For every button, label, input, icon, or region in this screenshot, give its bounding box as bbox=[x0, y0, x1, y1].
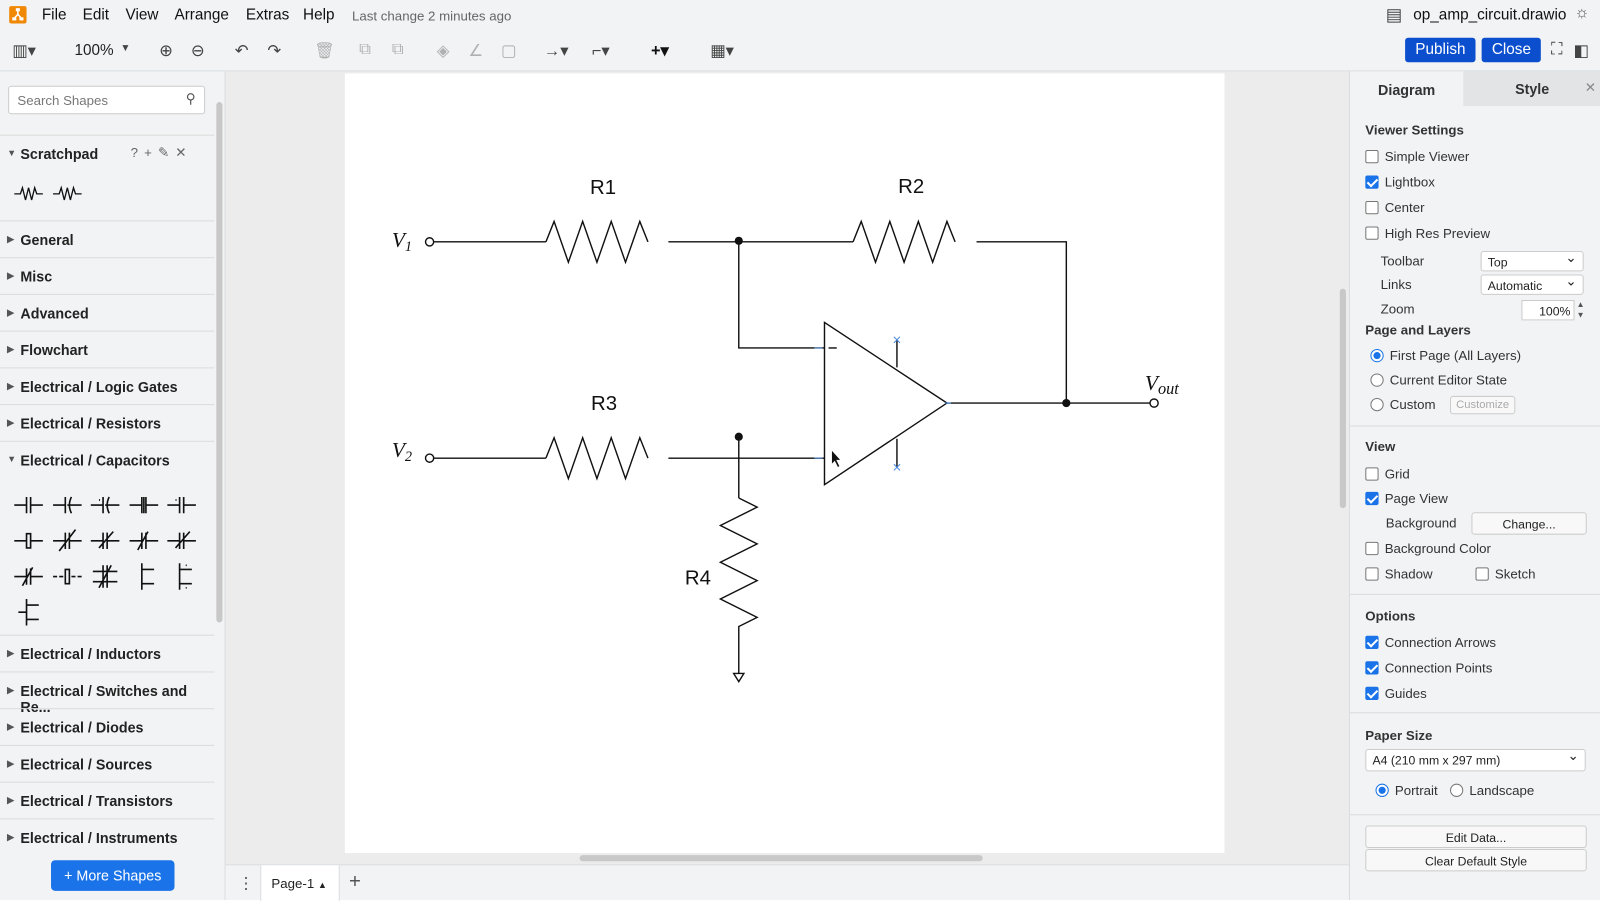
close-button[interactable]: Close bbox=[1481, 37, 1542, 63]
resistor-r3 bbox=[545, 435, 649, 481]
add-page-icon[interactable]: + bbox=[349, 870, 361, 893]
label-v2: V2 bbox=[392, 438, 412, 465]
publish-button[interactable]: Publish bbox=[1405, 37, 1476, 63]
format-panel: Diagram Style ✕ Viewer Settings Simple V… bbox=[1348, 71, 1600, 901]
simple-viewer-checkbox[interactable]: Simple Viewer bbox=[1365, 149, 1469, 164]
tab-style[interactable]: Style bbox=[1463, 71, 1600, 107]
wire-feedback bbox=[976, 241, 1068, 404]
file-name[interactable]: op_amp_circuit.drawio bbox=[1413, 6, 1566, 23]
fullscreen-icon[interactable]: ⛶ bbox=[1551, 41, 1562, 59]
resistor-r4 bbox=[718, 497, 759, 674]
toolbar-label: Toolbar bbox=[1380, 253, 1425, 269]
options-heading: Options bbox=[1365, 608, 1416, 624]
links-label: Links bbox=[1380, 276, 1412, 292]
landscape-radio[interactable]: Landscape bbox=[1450, 783, 1534, 798]
node-dot bbox=[734, 432, 743, 441]
ground-symbol bbox=[732, 672, 746, 683]
shadow-checkbox[interactable]: Shadow bbox=[1365, 566, 1433, 582]
zoom-label: Zoom bbox=[1380, 301, 1415, 317]
lightbox-checkbox[interactable]: Lightbox bbox=[1365, 174, 1435, 190]
edit-data-button[interactable]: Edit Data... bbox=[1365, 825, 1587, 848]
portrait-radio[interactable]: Portrait bbox=[1375, 783, 1438, 798]
links-select[interactable]: Automatic bbox=[1480, 273, 1584, 295]
terminal-vout bbox=[1149, 398, 1159, 408]
node-dot bbox=[1062, 398, 1071, 408]
label-vout: Vout bbox=[1145, 371, 1179, 398]
clear-default-style-button[interactable]: Clear Default Style bbox=[1365, 848, 1587, 872]
resistor-r1 bbox=[545, 219, 649, 265]
viewer-settings-heading: Viewer Settings bbox=[1365, 122, 1464, 138]
paper-size-select[interactable]: A4 (210 mm x 297 mm) bbox=[1365, 748, 1586, 772]
background-color-checkbox[interactable]: Background Color bbox=[1365, 541, 1491, 556]
tab-diagram[interactable]: Diagram bbox=[1350, 71, 1464, 107]
center-checkbox[interactable]: Center bbox=[1365, 200, 1425, 215]
mouse-cursor bbox=[831, 449, 842, 468]
customize-button[interactable]: Customize bbox=[1450, 395, 1516, 415]
view-heading: View bbox=[1365, 438, 1396, 455]
page-view-checkbox[interactable]: Page View bbox=[1365, 491, 1448, 506]
page-layers-heading: Page and Layers bbox=[1365, 322, 1471, 338]
zoom-stepper[interactable]: ▲ ▼ bbox=[1577, 300, 1585, 320]
pages-menu-icon[interactable]: ⋮ bbox=[238, 873, 254, 893]
label-v1: V1 bbox=[392, 228, 412, 255]
guides-checkbox[interactable]: Guides bbox=[1365, 686, 1427, 701]
close-panel-icon[interactable]: ✕ bbox=[1585, 80, 1596, 96]
resistor-r2 bbox=[852, 219, 956, 265]
label-r2: R2 bbox=[898, 176, 924, 198]
wire-inverting bbox=[738, 240, 825, 349]
custom-radio[interactable]: Custom bbox=[1370, 397, 1436, 412]
circuit-diagram: R1 R2 R3 R4 V1 V2 Vout bbox=[392, 176, 1179, 683]
op-amp bbox=[823, 321, 949, 487]
current-editor-state-radio[interactable]: Current Editor State bbox=[1370, 372, 1507, 388]
high-res-preview-checkbox[interactable]: High Res Preview bbox=[1365, 226, 1490, 241]
label-r4: R4 bbox=[685, 568, 711, 590]
label-r1: R1 bbox=[590, 177, 616, 199]
zoom-input[interactable]: 100% bbox=[1521, 300, 1575, 321]
tab-page-1[interactable]: Page-1 ▲ bbox=[260, 865, 340, 901]
sketch-checkbox[interactable]: Sketch bbox=[1475, 566, 1535, 582]
theme-icon[interactable]: ☼ bbox=[1574, 4, 1589, 22]
connection-points bbox=[814, 336, 952, 471]
toggle-panel-icon[interactable]: ◧ bbox=[1573, 41, 1588, 61]
first-page-all-layers--radio[interactable]: First Page (All Layers) bbox=[1370, 348, 1521, 363]
change-background-button[interactable]: Change... bbox=[1471, 512, 1587, 535]
background-label: Background bbox=[1385, 515, 1457, 531]
toolbar-select[interactable]: Top bbox=[1480, 250, 1584, 272]
comment-icon[interactable]: ▤ bbox=[1386, 5, 1402, 25]
page-tabs-bar: ⋮ Page-1 ▲ + bbox=[225, 864, 1349, 901]
paper-size-heading: Paper Size bbox=[1365, 727, 1433, 743]
label-r3: R3 bbox=[591, 393, 617, 415]
grid-checkbox[interactable]: Grid bbox=[1365, 466, 1410, 482]
more-shapes-button[interactable]: + More Shapes bbox=[51, 860, 175, 891]
terminal-v2 bbox=[424, 453, 435, 463]
terminal-v1 bbox=[424, 237, 435, 247]
connection-arrows-checkbox[interactable]: Connection Arrows bbox=[1365, 635, 1496, 650]
connection-points-checkbox[interactable]: Connection Points bbox=[1365, 660, 1492, 676]
node-dot bbox=[734, 236, 743, 245]
